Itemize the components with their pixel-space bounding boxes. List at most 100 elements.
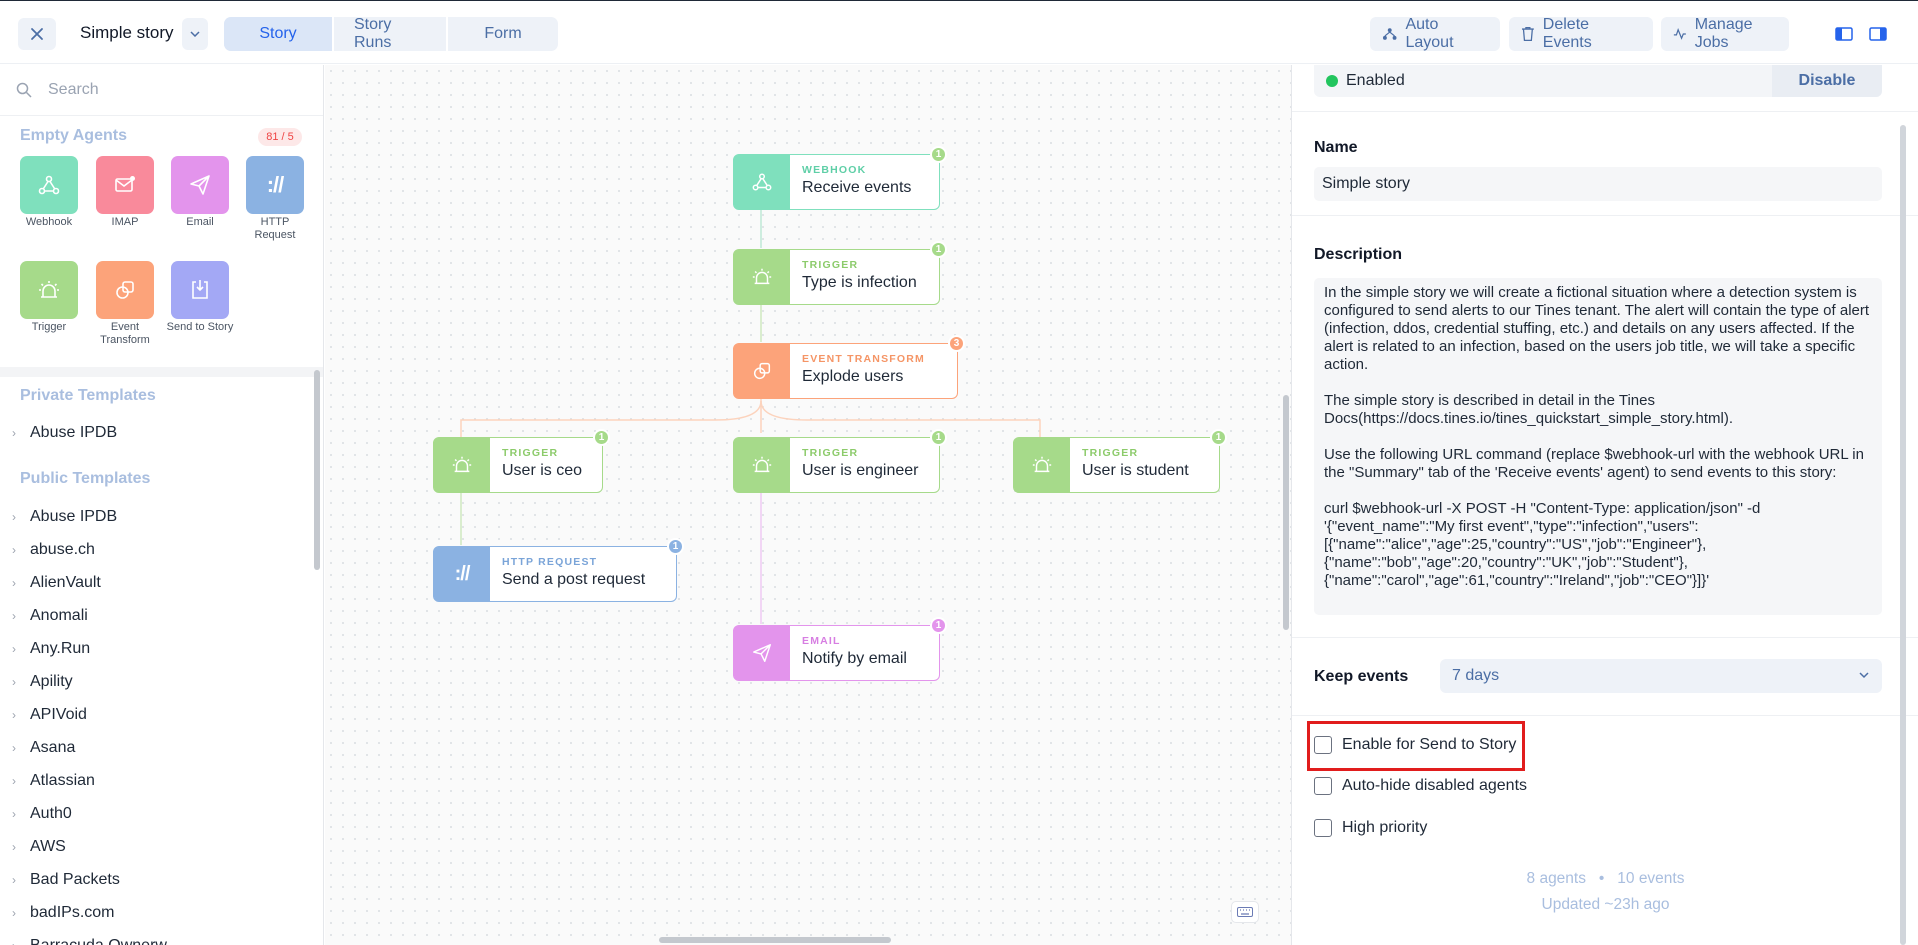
public-template-item[interactable]: › badIPs.com [12,904,114,922]
agent-node-type-is-infection[interactable]: TRIGGER Type is infection 1 [733,241,947,305]
agent-node-user-is-student[interactable]: TRIGGER User is student 1 [1013,429,1227,493]
public-template-item[interactable]: › APIVoid [12,706,87,724]
agent-tile-send-to-story[interactable] [171,261,229,319]
agent-node-explode-users[interactable]: EVENT TRANSFORM Explode users 3 [733,335,965,399]
event-count-badge: 1 [930,241,947,258]
public-template-item[interactable]: › Asana [12,739,75,757]
description-textarea[interactable]: In the simple story we will create a fic… [1314,278,1882,615]
tab-form[interactable]: Form [448,17,558,51]
keep-events-select[interactable]: 7 days [1440,659,1882,693]
chevron-right-icon: › [12,708,16,722]
delete-events-button[interactable]: Delete Events [1509,16,1653,51]
event-count-badge: 1 [667,538,684,555]
story-canvas[interactable]: WEBHOOK Receive events 1 TRIGGER Type is… [325,65,1291,945]
status-row: Enabled Disable [1314,65,1882,97]
agent-node-user-is-ceo[interactable]: TRIGGER User is ceo 1 [433,429,610,493]
story-name: Simple story [80,23,174,42]
event-count-badge: 1 [930,146,947,163]
name-input[interactable]: Simple story [1314,167,1882,201]
node-name: User is student [1082,462,1189,479]
public-template-item[interactable]: › Anomali [12,607,88,625]
event-count-badge: 1 [930,617,947,634]
agents-count: 8 agents [1526,870,1586,887]
public-template-item[interactable]: › Auth0 [12,805,72,823]
http-icon: :// [266,172,285,197]
left-panel-icon [1835,27,1853,41]
tab-story-runs[interactable]: Story Runs [334,16,448,51]
private-template-item[interactable]: › Abuse IPDB [12,424,117,442]
canvas-horizontal-scrollbar[interactable] [659,937,891,943]
auto-hide-row[interactable]: Auto-hide disabled agents [1314,777,1527,795]
agent-tile-email[interactable] [171,156,229,214]
chevron-right-icon: › [12,426,16,440]
manage-jobs-label: Manage Jobs [1694,16,1753,51]
toggle-left-panel-button[interactable] [1829,19,1859,49]
panel-scrollbar[interactable] [1900,125,1906,945]
empty-agents-title: Empty Agents [20,127,127,144]
top-bar: Simple story Story Story Runs Form Auto … [0,0,1918,64]
status-text: Enabled [1346,72,1405,89]
agent-tile-trigger[interactable] [20,261,78,319]
chevron-right-icon: › [12,576,16,590]
agent-node-receive-events[interactable]: WEBHOOK Receive events 1 [733,146,947,210]
agent-node-notify-by-email[interactable]: EMAIL Notify by email 1 [733,617,947,681]
public-template-item[interactable]: › AWS [12,838,66,856]
chevron-right-icon: › [12,939,20,945]
agent-tile-http-request[interactable]: :// [246,156,304,214]
webhook-icon [38,175,60,195]
agent-label-event-transform: Event Transform [100,321,150,347]
node-type: TRIGGER [802,259,859,271]
node-type: TRIGGER [1082,447,1139,459]
agent-count-badge: 81 / 5 [258,128,302,146]
public-template-item[interactable]: › Apility [12,673,73,691]
manage-jobs-button[interactable]: Manage Jobs [1661,16,1789,51]
name-label: Name [1314,139,1358,156]
agent-tile-event-transform[interactable] [96,261,154,319]
sidebar-scrollbar[interactable] [314,370,320,570]
public-template-item[interactable]: › Any.Run [12,640,90,658]
disable-button[interactable]: Disable [1772,65,1882,97]
node-name: Receive events [802,179,912,196]
events-count: 10 events [1617,870,1685,887]
node-type: HTTP REQUEST [502,556,598,568]
chevron-down-icon [190,31,200,37]
tab-story[interactable]: Story [224,17,334,51]
public-template-item[interactable]: › Abuse IPDB [12,508,117,526]
agent-label-webhook: Webhook [25,216,73,228]
node-type: TRIGGER [502,447,559,459]
toggle-right-panel-button[interactable] [1863,19,1893,49]
transform-icon [116,281,134,299]
node-name: User is ceo [502,462,583,479]
agent-tile-webhook[interactable] [20,156,78,214]
search-box[interactable]: Search [16,75,306,105]
keep-events-value: 7 days [1452,667,1500,684]
public-template-item[interactable]: › AlienVault [12,574,101,592]
public-template-item[interactable]: › Atlassian [12,772,95,790]
alarm-icon [752,268,772,285]
close-button[interactable] [18,18,56,50]
close-icon [31,28,43,40]
paper-plane-icon [190,175,210,195]
story-stats: 8 agents • 10 events [1292,870,1918,888]
agent-tile-imap[interactable] [96,156,154,214]
public-template-item[interactable]: › Bad Packets [12,871,120,889]
agent-node-send-a-post-request[interactable]: :// HTTP REQUEST Send a post request 1 [433,538,684,602]
send-story-icon [192,280,208,299]
keyboard-shortcuts-button[interactable] [1231,901,1259,923]
story-dropdown-button[interactable] [182,18,208,50]
chevron-right-icon: › [12,642,16,656]
high-priority-row[interactable]: High priority [1314,819,1427,837]
chevron-right-icon: › [12,510,16,524]
agent-node-user-is-engineer[interactable]: TRIGGER User is engineer 1 [733,429,947,493]
node-name: Notify by email [802,650,907,667]
chevron-down-icon [1859,672,1869,679]
node-type: WEBHOOK [802,164,867,176]
auto-layout-button[interactable]: Auto Layout [1370,16,1500,51]
public-template-item[interactable]: ›Barracuda Ownerw [12,937,167,945]
canvas-vertical-scrollbar[interactable] [1283,395,1289,630]
node-type: EVENT TRANSFORM [802,353,925,365]
public-template-item[interactable]: › abuse.ch [12,541,95,559]
node-name: Send a post request [502,571,646,588]
high-priority-checkbox[interactable] [1314,819,1332,837]
auto-hide-checkbox[interactable] [1314,777,1332,795]
